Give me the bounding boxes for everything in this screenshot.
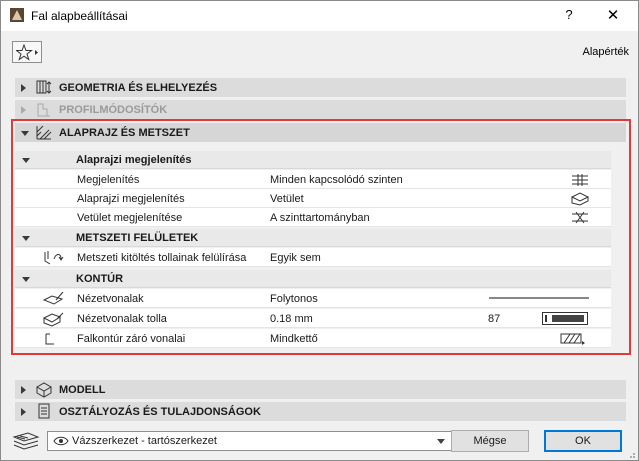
- title-bar: Fal alapbeállításai ? ✕: [1, 1, 638, 31]
- window-title: Fal alapbeállításai: [31, 9, 128, 23]
- default-label: Alapérték: [582, 46, 629, 58]
- classification-icon: [38, 403, 50, 419]
- geometry-icon: [36, 80, 52, 94]
- section-label: GEOMETRIA ÉS ELHELYEZÉS: [59, 82, 218, 94]
- section-geometry[interactable]: GEOMETRIA ÉS ELHELYEZÉS: [15, 78, 626, 97]
- section-classification[interactable]: OSZTÁLYOZÁS ÉS TULAJDONSÁGOK: [15, 402, 626, 421]
- star-icon: [16, 44, 38, 61]
- resize-grip-icon[interactable]: [626, 449, 636, 459]
- close-button[interactable]: ✕: [605, 6, 621, 24]
- expand-arrow-icon: [21, 106, 26, 114]
- section-model[interactable]: MODELL: [15, 380, 626, 399]
- profile-icon: [37, 103, 50, 117]
- chevron-down-icon: [437, 439, 445, 444]
- dialog-window: Fal alapbeállításai ? ✕ Alapérték GEOMET…: [0, 0, 639, 461]
- section-label: PROFILMÓDOSÍTÓK: [59, 104, 168, 116]
- app-icon: [10, 8, 24, 22]
- cancel-button[interactable]: Mégse: [451, 430, 529, 452]
- section-profile: PROFILMÓDOSÍTÓK: [15, 100, 626, 119]
- help-button[interactable]: ?: [561, 7, 577, 25]
- ok-button[interactable]: OK: [544, 430, 622, 452]
- section-label: OSZTÁLYOZÁS ÉS TULAJDONSÁGOK: [59, 406, 261, 418]
- layer-value: Vázszerkezet - tartószerkezet: [72, 435, 217, 447]
- bottom-bar: Vázszerkezet - tartószerkezet Mégse OK: [1, 421, 638, 461]
- highlight-frame: [11, 119, 631, 355]
- section-label: MODELL: [59, 384, 106, 396]
- layer-select[interactable]: Vázszerkezet - tartószerkezet: [47, 431, 452, 451]
- model-icon: [35, 382, 53, 398]
- eye-icon: [53, 436, 69, 446]
- expand-arrow-icon: [21, 386, 26, 394]
- expand-arrow-icon: [21, 84, 26, 92]
- favorites-button[interactable]: [12, 41, 42, 63]
- expand-arrow-icon: [21, 408, 26, 416]
- layers-icon: [12, 432, 40, 450]
